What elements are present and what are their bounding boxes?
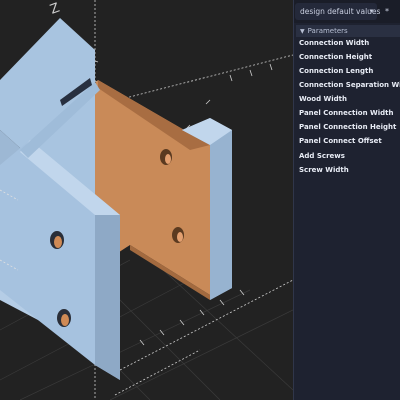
preset-label: design default values xyxy=(300,7,381,16)
param-connection-width[interactable]: Connection Width xyxy=(299,37,369,49)
param-connection-height[interactable]: Connection Height xyxy=(299,51,372,63)
param-panel-connection-height[interactable]: Panel Connection Height xyxy=(299,121,396,133)
preset-dropdown[interactable]: design default values ▾ xyxy=(295,3,381,20)
param-wood-width[interactable]: Wood Width xyxy=(299,93,347,105)
z-axis-label: Z xyxy=(48,1,62,18)
param-connection-length[interactable]: Connection Length xyxy=(299,65,373,77)
param-panel-connection-width[interactable]: Panel Connection Width xyxy=(299,107,393,119)
customizer-panel: design default values ▾ * ▼ Parameters Co… xyxy=(293,0,400,400)
param-panel-connect-offset[interactable]: Panel Connect Offset xyxy=(299,135,382,147)
preset-toolbar: design default values ▾ * xyxy=(294,0,400,23)
asterisk-icon[interactable]: * xyxy=(382,3,392,20)
section-label: Parameters xyxy=(307,27,348,35)
param-add-screws[interactable]: Add Screws xyxy=(299,150,345,162)
param-connection-separation-width[interactable]: Connection Separation Width xyxy=(299,79,400,91)
3d-viewport[interactable]: Z xyxy=(0,0,293,400)
parameters-section-header[interactable]: ▼ Parameters xyxy=(296,25,400,37)
caret-down-icon: ▼ xyxy=(300,28,305,35)
param-screw-width[interactable]: Screw Width xyxy=(299,164,349,176)
model-render: Z xyxy=(0,0,293,400)
chevron-down-icon: ▾ xyxy=(369,7,373,15)
